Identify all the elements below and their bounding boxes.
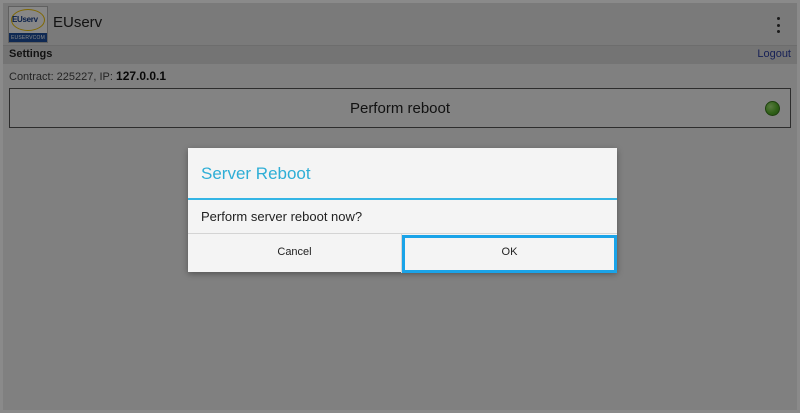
- dialog-actions: Cancel OK: [188, 233, 617, 273]
- dialog-divider: [188, 198, 617, 200]
- dialog-title: Server Reboot: [201, 164, 311, 183]
- ok-label: OK: [501, 246, 518, 258]
- screen-frame: EUserv EUSERVCOM EUserv Settings Logout …: [0, 0, 800, 413]
- dialog-message: Perform server reboot now?: [201, 209, 363, 224]
- cancel-label: Cancel: [277, 246, 312, 258]
- cancel-button[interactable]: Cancel: [188, 234, 402, 273]
- ok-button[interactable]: OK: [402, 234, 617, 273]
- server-reboot-dialog: Server Reboot Perform server reboot now?…: [188, 148, 617, 273]
